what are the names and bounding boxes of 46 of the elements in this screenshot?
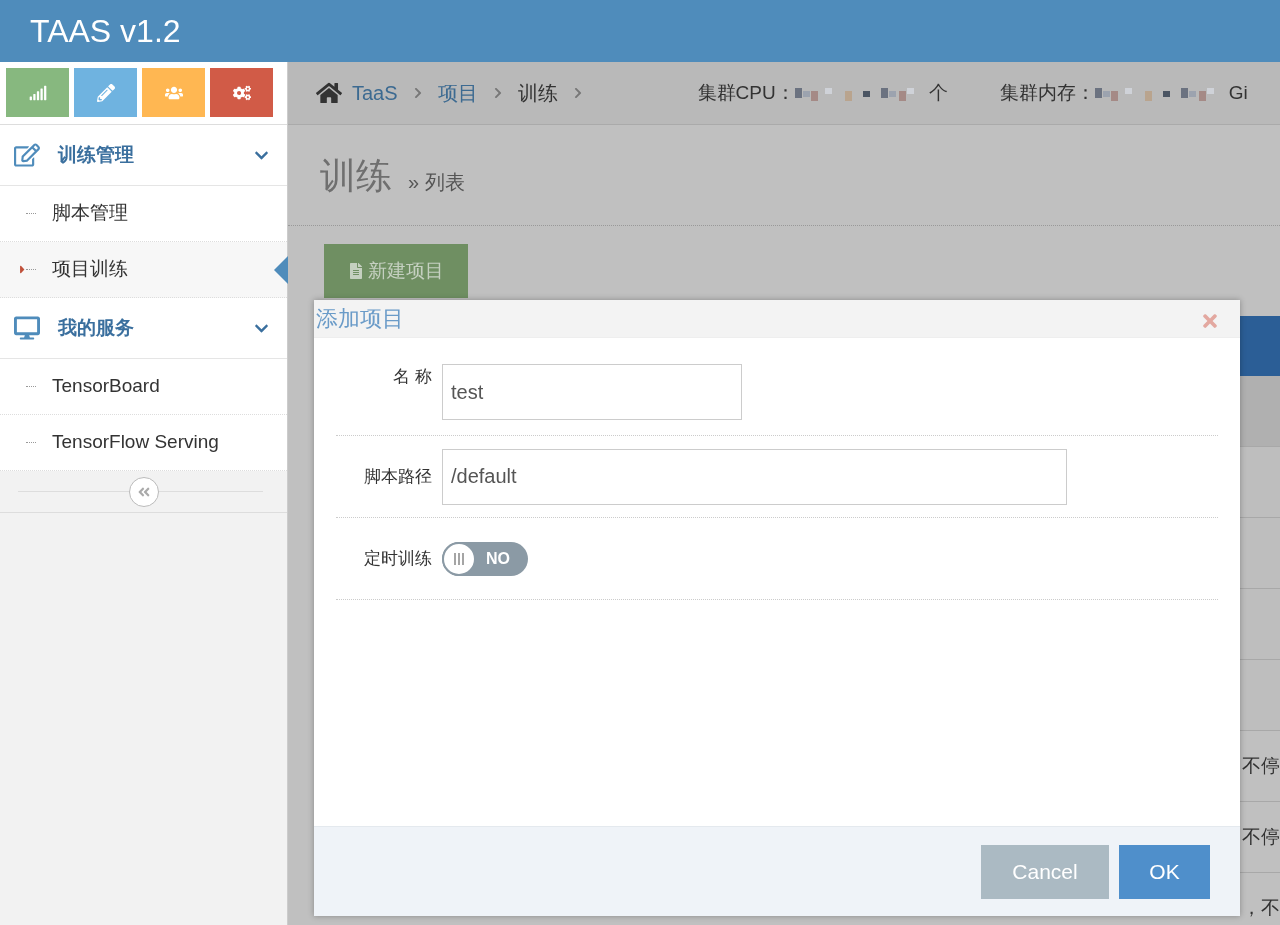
dialog-title: 添加项目 — [316, 305, 404, 333]
cpu-unit: 个 — [928, 80, 948, 105]
edit-icon — [14, 142, 40, 168]
home-icon — [316, 80, 342, 106]
toggle-switch[interactable]: NO — [442, 541, 528, 576]
grip-icon — [454, 552, 464, 565]
table-cell-text: 不停 — [1242, 824, 1280, 849]
gears-icon — [232, 83, 251, 102]
page-title: 训练 — [320, 154, 392, 198]
text-field[interactable]: test — [442, 364, 742, 420]
pencil-icon — [96, 83, 115, 102]
menu-item[interactable]: TensorFlow Serving — [0, 415, 287, 471]
table-row — [1240, 376, 1280, 447]
memory-unit: Gi — [1228, 80, 1248, 105]
shortcut-button[interactable] — [142, 68, 205, 117]
active-pointer — [274, 256, 288, 284]
monitor-icon — [14, 315, 40, 341]
breadcrumb-link[interactable]: 项目 — [437, 78, 478, 108]
table-cell-text: 不停 — [1242, 753, 1280, 778]
menu-item[interactable]: TensorBoard — [0, 359, 287, 415]
menu-group[interactable]: 训练管理 — [0, 125, 287, 186]
field-label: 脚本路径 — [363, 465, 433, 488]
breadcrumb-link[interactable]: TaaS — [352, 78, 398, 108]
menu-group-label: 我的服务 — [58, 315, 135, 340]
document-icon — [348, 263, 364, 279]
menu-item[interactable]: 项目训练 — [0, 242, 287, 298]
app-title: TAAS v1.2 — [30, 12, 181, 51]
memory-label: 集群内存： — [999, 80, 1095, 105]
shortcut-button[interactable] — [74, 68, 137, 117]
table-cell-text: ，不 — [1242, 895, 1280, 920]
menu-item[interactable]: 脚本管理 — [0, 186, 287, 242]
menu-group-label: 训练管理 — [58, 142, 135, 167]
table-header — [1240, 316, 1280, 376]
page-subtitle: » 列表 — [408, 170, 465, 195]
shortcut-button[interactable] — [6, 68, 69, 117]
field-label: 名 称 — [392, 366, 433, 388]
toggle-text: NO — [486, 548, 510, 569]
menu-group[interactable]: 我的服务 — [0, 298, 287, 359]
ok-button[interactable]: OK — [1119, 844, 1210, 899]
shortcut-button[interactable] — [210, 68, 273, 117]
field-label: 定时训练 — [363, 547, 433, 570]
text-field[interactable]: /default — [442, 448, 1067, 505]
signal-icon — [28, 83, 47, 102]
collapse-button[interactable] — [128, 476, 159, 507]
cpu-label: 集群CPU： — [697, 80, 795, 105]
breadcrumb-current: 训练 — [517, 81, 558, 106]
